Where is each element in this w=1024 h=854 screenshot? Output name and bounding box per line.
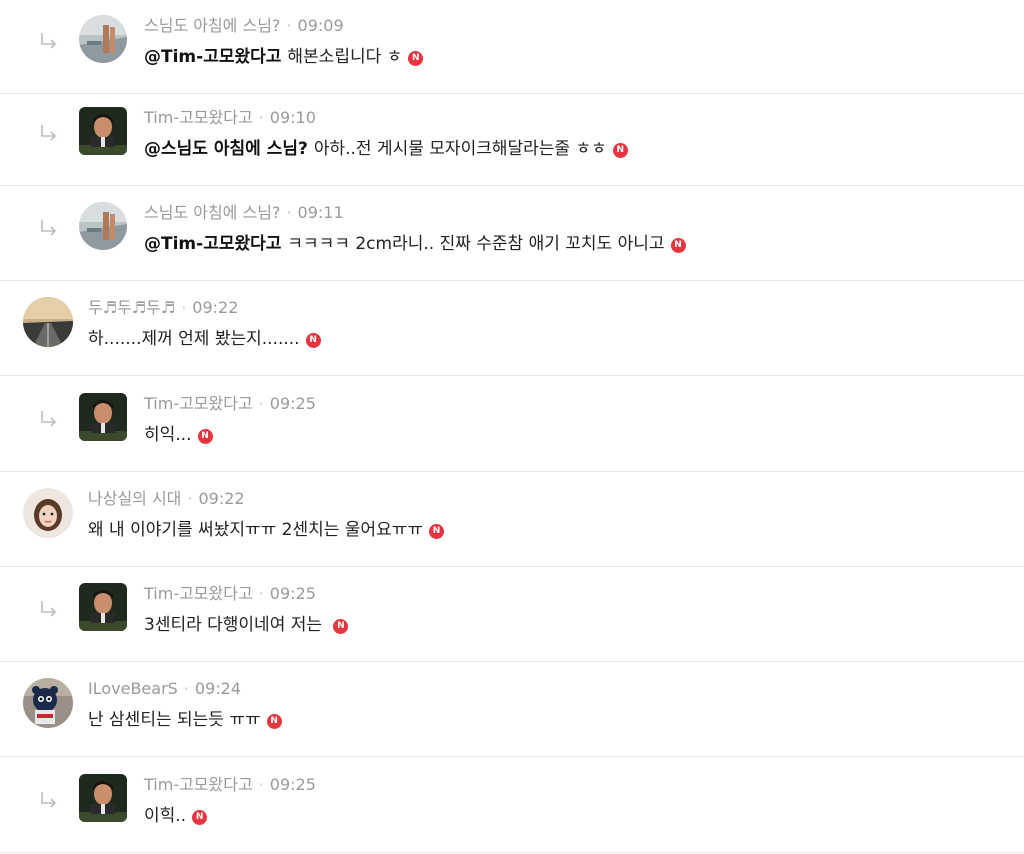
comment-meta: ILoveBearS · 09:24 (88, 678, 241, 700)
comment-body: 히익... N (144, 423, 213, 447)
comment-body: @Tim-고모왔다고 ㅋㅋㅋㅋ 2cm라니.. 진짜 수준참 애기 꼬치도 아니고… (144, 232, 686, 256)
reply-arrow-icon (41, 792, 57, 808)
comment-item: ILoveBearS · 09:24 난 삼센티는 되는듯 ㅠㅠ N (0, 663, 1024, 757)
new-badge-icon: N (197, 429, 213, 444)
meta-separator: · (286, 203, 292, 222)
mention-link[interactable]: @Tim-고모왔다고 (144, 234, 281, 254)
comment-body: 이힉.. N (144, 804, 208, 828)
reply-arrow-icon (41, 33, 57, 49)
author-name[interactable]: Tim-고모왔다고 (144, 394, 253, 413)
comment-body: 하.......제꺼 언제 봤는지....... N (88, 327, 321, 351)
avatar[interactable] (79, 107, 127, 155)
comment-body: 3센티라 다행이네여 저는 N (144, 613, 349, 637)
comment-time: 09:25 (269, 584, 316, 603)
comment-time: 09:22 (192, 298, 239, 317)
avatar[interactable] (79, 202, 127, 250)
comment-item: Tim-고모왔다고 · 09:25 3센티라 다행이네여 저는 N (0, 568, 1024, 662)
comment-meta: Tim-고모왔다고 · 09:25 (144, 393, 316, 415)
comment-thread: 스님도 아침에 스님? · 09:09 @Tim-고모왔다고 해본소립니다 ㅎ N Ti… (0, 0, 1024, 854)
new-badge-icon: N (429, 524, 444, 539)
comment-time: 09:10 (269, 108, 316, 127)
comment-body: 왜 내 이야기를 써놨지ㅠㅠ 2센치는 울어요ㅠㅠ N (88, 518, 444, 542)
comment-time: 09:25 (269, 775, 316, 794)
author-name[interactable]: ILoveBearS (88, 679, 178, 698)
avatar[interactable] (23, 678, 73, 728)
avatar[interactable] (23, 488, 73, 538)
author-name[interactable]: 두♬두♬두♬ (88, 298, 175, 317)
comment-time: 09:22 (198, 489, 245, 508)
comment-item: 나상실의 시대 · 09:22 왜 내 이야기를 써놨지ㅠㅠ 2센치는 울어요ㅠㅠ N (0, 473, 1024, 567)
new-badge-icon: N (612, 143, 628, 158)
new-badge-icon: N (266, 714, 282, 729)
comment-text: 히익... (144, 425, 192, 445)
comment-time: 09:09 (297, 16, 344, 35)
comment-text: 이힉.. (144, 806, 187, 826)
author-name[interactable]: Tim-고모왔다고 (144, 108, 253, 127)
meta-separator: · (286, 16, 292, 35)
comment-meta: Tim-고모왔다고 · 09:10 (144, 107, 316, 129)
new-badge-icon: N (408, 51, 424, 66)
comment-item: 스님도 아침에 스님? · 09:09 @Tim-고모왔다고 해본소립니다 ㅎ N (0, 0, 1024, 94)
reply-arrow-icon (41, 220, 57, 236)
meta-separator: · (258, 584, 264, 603)
comment-body: @Tim-고모왔다고 해본소립니다 ㅎ N (144, 45, 424, 69)
avatar[interactable] (79, 774, 127, 822)
comment-text: 3센티라 다행이네여 저는 (144, 615, 328, 635)
meta-separator: · (181, 298, 187, 317)
comment-text: 난 삼센티는 되는듯 ㅠㅠ (88, 710, 261, 730)
comment-meta: 두♬두♬두♬ · 09:22 (88, 297, 238, 319)
reply-arrow-icon (41, 411, 57, 427)
comment-item: Tim-고모왔다고 · 09:25 히익... N (0, 378, 1024, 472)
meta-separator: · (183, 679, 189, 698)
mention-link[interactable]: @Tim-고모왔다고 (144, 47, 281, 67)
comment-item: Tim-고모왔다고 · 09:10 @스님도 아침에 스님? 아하..전 게시물 모자… (0, 92, 1024, 186)
author-name[interactable]: 스님도 아침에 스님? (144, 16, 280, 35)
new-badge-icon: N (192, 810, 208, 825)
comment-text: 왜 내 이야기를 써놨지ㅠㅠ 2센치는 울어요ㅠㅠ (88, 520, 423, 540)
avatar[interactable] (79, 15, 127, 63)
comment-body: @스님도 아침에 스님? 아하..전 게시물 모자이크해달라는줄 ㅎㅎ N (144, 137, 628, 161)
comment-item: Tim-고모왔다고 · 09:25 이힉.. N (0, 759, 1024, 853)
comment-meta: 나상실의 시대 · 09:22 (88, 488, 245, 510)
comment-text: ㅋㅋㅋㅋ 2cm라니.. 진짜 수준참 애기 꼬치도 아니고 (287, 234, 665, 254)
comment-body: 난 삼센티는 되는듯 ㅠㅠ N (88, 708, 282, 732)
comment-time: 09:25 (269, 394, 316, 413)
comment-item: 두♬두♬두♬ · 09:22 하.......제꺼 언제 봤는지....... N (0, 282, 1024, 376)
meta-separator: · (187, 489, 193, 508)
comment-meta: Tim-고모왔다고 · 09:25 (144, 774, 316, 796)
comment-meta: 스님도 아침에 스님? · 09:11 (144, 202, 344, 224)
comment-time: 09:11 (297, 203, 344, 222)
avatar[interactable] (79, 583, 127, 631)
comment-item: 스님도 아침에 스님? · 09:11 @Tim-고모왔다고 ㅋㅋㅋㅋ 2cm라니..… (0, 187, 1024, 281)
author-name[interactable]: Tim-고모왔다고 (144, 584, 253, 603)
comment-text: 아하..전 게시물 모자이크해달라는줄 ㅎㅎ (313, 139, 607, 159)
reply-arrow-icon (41, 125, 57, 141)
mention-link[interactable]: @스님도 아침에 스님? (144, 139, 308, 159)
comment-meta: Tim-고모왔다고 · 09:25 (144, 583, 316, 605)
comment-time: 09:24 (194, 679, 242, 698)
comment-meta: 스님도 아침에 스님? · 09:09 (144, 15, 344, 37)
avatar[interactable] (79, 393, 127, 441)
new-badge-icon: N (670, 238, 686, 253)
author-name[interactable]: 스님도 아침에 스님? (144, 203, 280, 222)
comment-text: 하.......제꺼 언제 봤는지....... (88, 329, 300, 349)
author-name[interactable]: 나상실의 시대 (88, 489, 181, 508)
meta-separator: · (258, 108, 264, 127)
reply-arrow-icon (41, 601, 57, 617)
meta-separator: · (258, 775, 264, 794)
new-badge-icon: N (333, 619, 349, 634)
meta-separator: · (258, 394, 264, 413)
new-badge-icon: N (305, 333, 321, 348)
avatar[interactable] (23, 297, 73, 347)
comment-text: 해본소립니다 ㅎ (287, 47, 403, 67)
author-name[interactable]: Tim-고모왔다고 (144, 775, 253, 794)
